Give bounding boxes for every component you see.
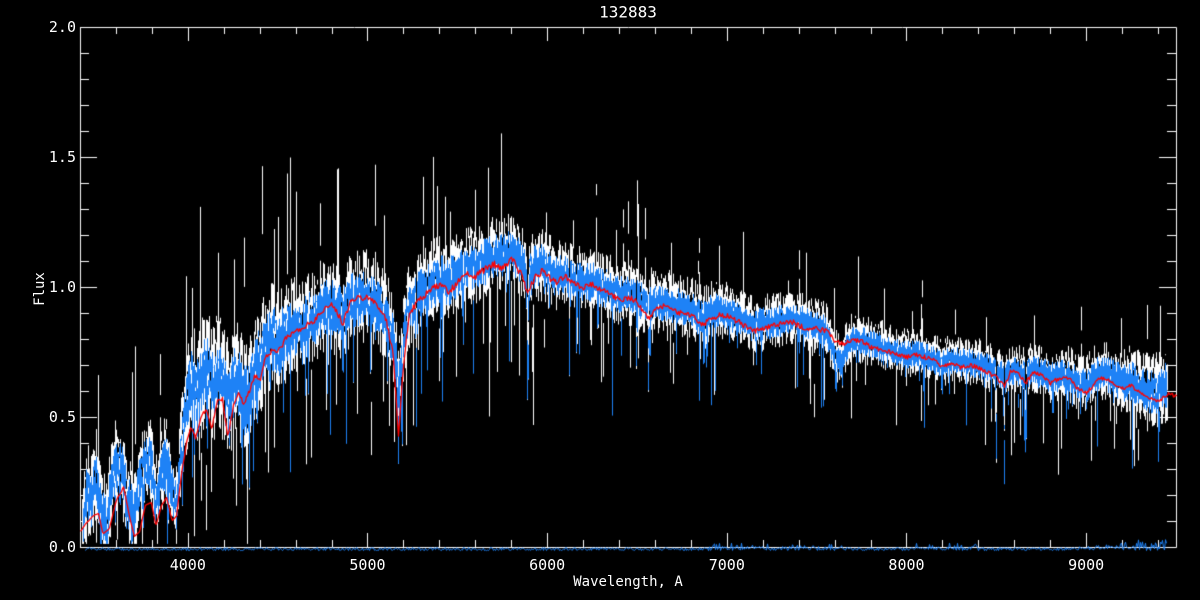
x-tick-label: 9000: [1068, 556, 1105, 574]
x-tick-label: 6000: [529, 556, 566, 574]
y-tick-label: 2.0: [48, 18, 76, 36]
x-tick-label: 5000: [349, 556, 386, 574]
x-tick-label: 7000: [708, 556, 745, 574]
y-tick-label: 1.5: [48, 148, 76, 166]
y-tick-label: 0.0: [48, 538, 76, 556]
y-tick-label: 1.0: [48, 278, 76, 296]
spectrum-chart: 132883 Wavelength, A Flux 4000 5000 6000 70…: [0, 0, 1200, 600]
chart-title: 132883: [599, 2, 657, 22]
spectrum-canvas: [0, 0, 1200, 600]
y-tick-label: 0.5: [48, 408, 76, 426]
x-tick-label: 8000: [888, 556, 925, 574]
x-tick-label: 4000: [169, 556, 206, 574]
x-axis-label: Wavelength, A: [573, 574, 683, 590]
